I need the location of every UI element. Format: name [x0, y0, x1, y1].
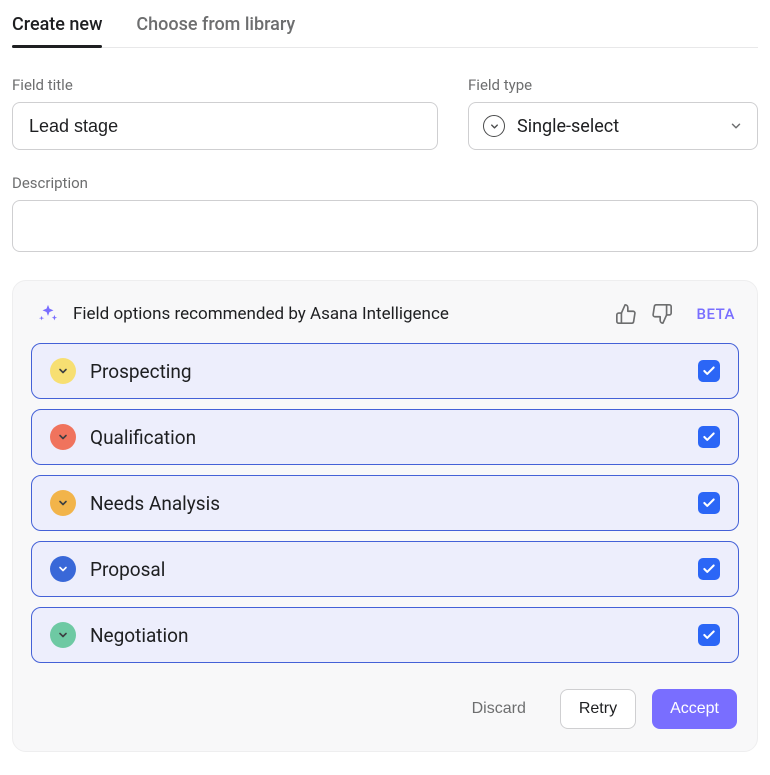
chevron-down-icon: [729, 119, 743, 133]
thumbs-down-icon[interactable]: [651, 303, 673, 325]
option-row[interactable]: Prospecting: [31, 343, 739, 399]
accept-button[interactable]: Accept: [652, 689, 737, 729]
option-color-chip: [50, 424, 76, 450]
option-label: Prospecting: [90, 360, 684, 383]
option-checkbox[interactable]: [698, 624, 720, 646]
option-row[interactable]: Proposal: [31, 541, 739, 597]
ai-options: Prospecting Qualification Needs Analysis Pr…: [31, 343, 739, 663]
field-type-group: Field type Single-select: [468, 76, 758, 150]
retry-button[interactable]: Retry: [560, 689, 636, 729]
option-checkbox[interactable]: [698, 492, 720, 514]
field-type-label: Field type: [468, 76, 758, 94]
description-label: Description: [12, 174, 758, 192]
discard-button[interactable]: Discard: [454, 689, 544, 729]
option-checkbox[interactable]: [698, 426, 720, 448]
field-type-value: Single-select: [517, 116, 717, 137]
option-label: Proposal: [90, 558, 684, 581]
option-color-chip: [50, 490, 76, 516]
option-checkbox[interactable]: [698, 360, 720, 382]
tab-choose-library[interactable]: Choose from library: [136, 6, 295, 47]
field-title-input[interactable]: [12, 102, 438, 150]
description-group: Description: [12, 174, 758, 252]
field-type-select[interactable]: Single-select: [468, 102, 758, 150]
ai-title: Field options recommended by Asana Intel…: [73, 304, 601, 324]
thumbs-up-icon[interactable]: [615, 303, 637, 325]
option-color-chip: [50, 622, 76, 648]
ai-actions: Discard Retry Accept: [31, 689, 739, 729]
option-row[interactable]: Needs Analysis: [31, 475, 739, 531]
form-row: Field title Field type Single-select: [12, 76, 758, 150]
option-color-chip: [50, 358, 76, 384]
description-input[interactable]: [12, 200, 758, 252]
option-checkbox[interactable]: [698, 558, 720, 580]
ai-header: Field options recommended by Asana Intel…: [31, 299, 739, 343]
option-row[interactable]: Qualification: [31, 409, 739, 465]
option-label: Needs Analysis: [90, 492, 684, 515]
field-title-label: Field title: [12, 76, 438, 94]
ai-panel: Field options recommended by Asana Intel…: [12, 280, 758, 752]
single-select-icon: [483, 115, 505, 137]
option-label: Negotiation: [90, 624, 684, 647]
feedback-group: [615, 303, 673, 325]
tabs: Create new Choose from library: [12, 0, 758, 48]
beta-label: BETA: [697, 305, 736, 323]
option-label: Qualification: [90, 426, 684, 449]
tab-create-new[interactable]: Create new: [12, 6, 102, 47]
field-title-group: Field title: [12, 76, 438, 150]
sparkle-icon: [37, 303, 59, 325]
option-row[interactable]: Negotiation: [31, 607, 739, 663]
option-color-chip: [50, 556, 76, 582]
